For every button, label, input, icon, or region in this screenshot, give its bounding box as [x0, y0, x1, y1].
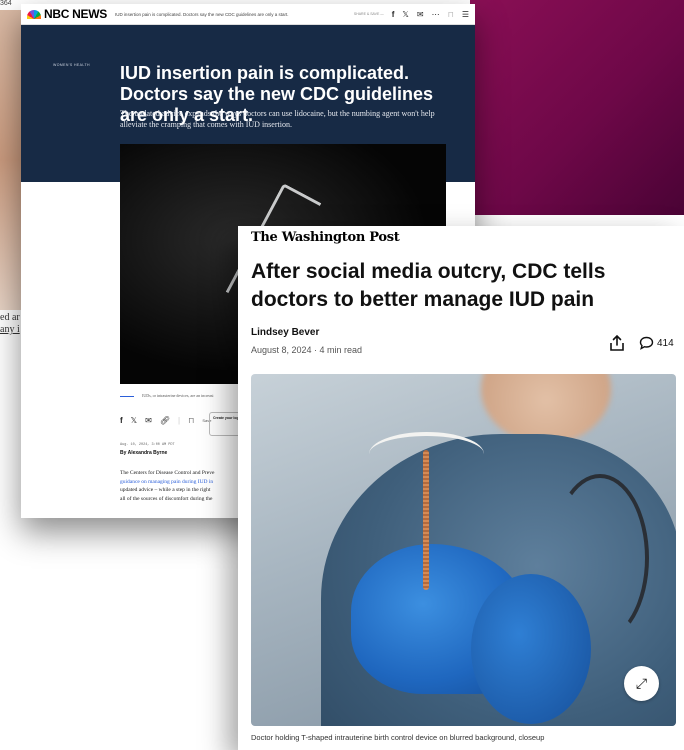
email-icon[interactable]: ✉: [417, 10, 424, 19]
comment-icon: [639, 336, 654, 350]
nbc-share-label: SHARE & SAVE —: [353, 12, 384, 16]
menu-icon[interactable]: ☰: [462, 10, 469, 19]
expand-icon[interactable]: ⤢: [624, 666, 659, 701]
gloved-hand-lower: [471, 574, 591, 724]
wapo-headline: After social media outcry, CDC tells doc…: [251, 260, 606, 311]
nbc-share-row: f 𝕏 ✉ 🔗︎ | ⊓ Save: [120, 416, 211, 425]
nbc-photo-caption: IUDs, or intrauterine devices, are an in…: [142, 393, 214, 398]
nbc-byline[interactable]: By Alexandra Byrne: [120, 450, 167, 456]
wapo-author[interactable]: Lindsey Bever: [251, 327, 319, 338]
nbc-date: Aug. 10, 2024, 3:00 AM PDT: [120, 443, 175, 447]
caption-rule: [120, 396, 134, 397]
comments-button[interactable]: 414: [639, 336, 674, 350]
iud-stem-image: [423, 450, 429, 590]
bookmark-icon[interactable]: ⊓: [448, 10, 454, 19]
facebook-icon[interactable]: f: [120, 416, 123, 425]
x-icon[interactable]: 𝕏: [402, 10, 408, 19]
link-icon[interactable]: 🔗︎: [160, 416, 170, 425]
nbc-sticky-title: IUD insertion pain is complicated. Docto…: [114, 11, 289, 17]
peacock-icon: [27, 9, 41, 19]
wapo-date-readtime: August 8, 2024 · 4 min read: [251, 345, 363, 355]
share-icon[interactable]: [609, 334, 625, 352]
wapo-photo-caption: Doctor holding T-shaped intrauterine bir…: [251, 733, 545, 742]
nbc-logo-text: NBC NEWS: [44, 7, 107, 21]
nbc-dek: The updated advice expands the ways doct…: [120, 109, 435, 129]
facebook-icon[interactable]: f: [392, 10, 395, 19]
divider: |: [177, 416, 181, 425]
wapo-article-card: The Washington Post After social media o…: [238, 226, 684, 750]
nbc-section-label[interactable]: WOMEN'S HEALTH: [53, 63, 90, 67]
more-icon[interactable]: ⋯: [432, 10, 440, 19]
nbc-top-bar: NBC NEWS IUD insertion pain is complicat…: [21, 4, 475, 25]
bookmark-icon[interactable]: ⊓: [188, 416, 194, 425]
wapo-masthead[interactable]: The Washington Post: [251, 230, 400, 245]
wapo-hero-photo: ⤢: [251, 374, 676, 726]
background-count: 364: [0, 0, 12, 7]
background-magenta-panel: [470, 0, 684, 215]
comment-count: 414: [657, 337, 674, 349]
x-icon[interactable]: 𝕏: [131, 416, 137, 425]
email-icon[interactable]: ✉: [145, 416, 152, 425]
nbc-logo[interactable]: NBC NEWS: [27, 7, 107, 21]
